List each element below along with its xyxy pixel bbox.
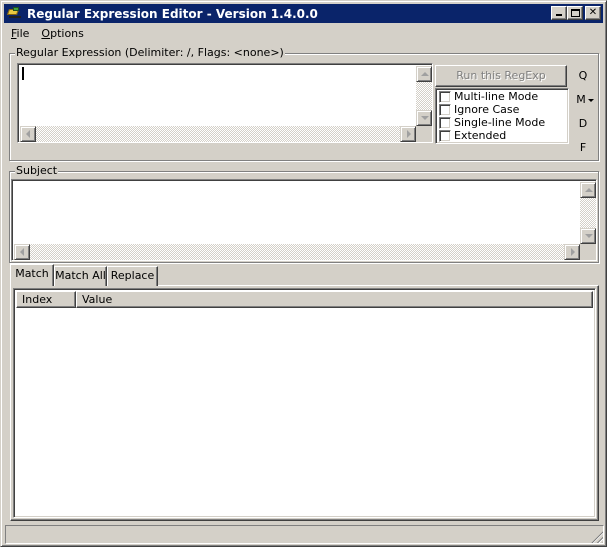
subject-hscroll-track[interactable]	[14, 244, 580, 260]
arrow-left-icon	[20, 248, 24, 256]
single-line-checkbox[interactable]	[439, 116, 451, 129]
quote-button[interactable]: Q	[574, 69, 592, 82]
multiline-checkbox[interactable]	[439, 90, 451, 103]
arrow-right-icon	[407, 130, 411, 138]
close-icon: ✕	[588, 7, 598, 18]
column-header-index[interactable]: Index	[16, 291, 76, 308]
subject-group-label: Subject	[15, 164, 59, 177]
flags-button[interactable]: F	[574, 141, 592, 154]
arrow-up-icon	[585, 188, 593, 192]
regex-scroll-left-button[interactable]	[20, 126, 36, 142]
mode-button-label: M	[576, 93, 586, 106]
scroll-corner	[580, 244, 596, 260]
dropdown-arrow-icon	[587, 98, 594, 102]
subject-input[interactable]	[11, 179, 597, 261]
flag-label: Multi-line Mode	[454, 90, 539, 103]
list-header: Index Value	[16, 291, 593, 308]
menu-options-label: ptions	[50, 27, 84, 40]
regex-scroll-up-button[interactable]	[416, 66, 432, 82]
resize-grip-icon[interactable]	[590, 530, 603, 543]
tab-replace[interactable]: Replace	[107, 266, 158, 286]
tab-match[interactable]: Match	[10, 264, 54, 286]
menu-bar: File Options	[5, 25, 90, 42]
flag-extended[interactable]: Extended	[439, 129, 506, 142]
regex-group-label: Regular Expression (Delimiter: /, Flags:…	[15, 46, 285, 59]
menu-options[interactable]: Options	[35, 27, 89, 40]
maximize-icon	[571, 9, 580, 17]
column-header-value[interactable]: Value	[76, 291, 593, 308]
flag-ignore-case[interactable]: Ignore Case	[439, 103, 519, 116]
status-bar	[5, 525, 604, 544]
minimize-icon	[556, 14, 562, 16]
close-button[interactable]: ✕	[585, 6, 601, 20]
app-icon	[6, 6, 23, 21]
subject-scroll-right-button[interactable]	[564, 244, 580, 260]
scroll-corner	[416, 126, 432, 142]
subject-scroll-down-button[interactable]	[580, 228, 596, 244]
arrow-down-icon	[585, 234, 593, 238]
flag-label: Ignore Case	[454, 103, 520, 116]
text-caret	[22, 67, 24, 80]
window-title: Regular Expression Editor - Version 1.4.…	[27, 6, 318, 21]
menu-file-label: ile	[16, 27, 30, 40]
app-window: Regular Expression Editor - Version 1.4.…	[0, 0, 607, 547]
arrow-left-icon	[26, 130, 30, 138]
arrow-up-icon	[421, 72, 429, 76]
menu-file[interactable]: File	[5, 27, 35, 40]
flags-list: Multi-line Mode Ignore Case Single-line …	[435, 88, 569, 144]
subject-scroll-up-button[interactable]	[580, 182, 596, 198]
regex-scroll-right-button[interactable]	[400, 126, 416, 142]
regex-input[interactable]	[17, 63, 433, 143]
menu-options-mnemonic: O	[41, 27, 51, 40]
results-list[interactable]: Index Value	[13, 288, 596, 518]
minimize-button[interactable]	[551, 6, 567, 20]
flag-label: Single-line Mode	[454, 116, 546, 129]
arrow-down-icon	[421, 116, 429, 120]
maximize-button[interactable]	[567, 6, 583, 20]
subject-scroll-left-button[interactable]	[14, 244, 30, 260]
arrow-right-icon	[571, 248, 575, 256]
title-bar[interactable]: Regular Expression Editor - Version 1.4.…	[4, 4, 603, 23]
flag-multiline[interactable]: Multi-line Mode	[439, 90, 538, 103]
regex-hscroll-track[interactable]	[20, 126, 416, 142]
extended-checkbox[interactable]	[439, 129, 451, 142]
ignore-case-checkbox[interactable]	[439, 103, 451, 116]
flag-label: Extended	[454, 129, 507, 142]
run-regexp-button[interactable]: Run this RegExp	[435, 65, 567, 87]
tab-match-all[interactable]: Match All	[54, 266, 107, 286]
flag-single-line[interactable]: Single-line Mode	[439, 116, 545, 129]
regex-scroll-down-button[interactable]	[416, 110, 432, 126]
delimiter-button[interactable]: D	[574, 117, 592, 130]
mode-dropdown-button[interactable]: M	[574, 93, 596, 106]
